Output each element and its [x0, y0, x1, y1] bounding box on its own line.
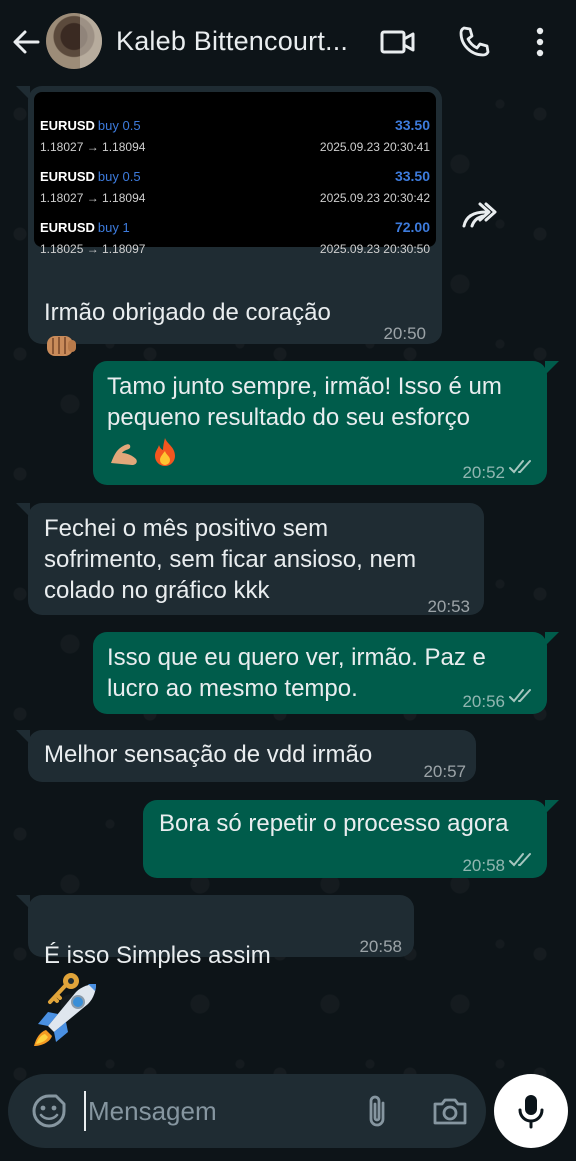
- message-text: Fechei o mês positivo sem sofrimento, se…: [44, 515, 417, 604]
- muscle-icon: [111, 444, 137, 465]
- trade-side: buy 0.5: [97, 118, 141, 133]
- more-vert-icon[interactable]: [520, 22, 560, 62]
- video-call-icon[interactable]: [378, 22, 418, 62]
- message-time: 20:52: [462, 463, 505, 482]
- trade-side: buy 0.5: [97, 169, 141, 184]
- incoming-message[interactable]: É isso Simples assim 20:58: [16, 895, 414, 1004]
- back-arrow-icon[interactable]: [10, 26, 42, 58]
- contact-name[interactable]: Kaleb Bittencourt...: [116, 26, 356, 57]
- outgoing-message[interactable]: Bora só repetir o processo agora 20:58: [143, 800, 559, 878]
- message-text: Irmão obrigado de coração: [44, 299, 331, 326]
- trade-symbol: EURUSD: [40, 169, 95, 184]
- incoming-message[interactable]: Fechei o mês positivo sem sofrimento, se…: [16, 503, 484, 616]
- read-ticks-icon: [509, 460, 531, 474]
- trade-row: EURUSD buy 0.5 33.50 1.18027 → 1.18094 20…: [34, 108, 436, 158]
- message-time: 20:53: [427, 597, 470, 616]
- read-ticks-icon: [509, 853, 531, 867]
- message-time: 20:57: [423, 762, 466, 781]
- rocket-icon[interactable]: [26, 978, 102, 1054]
- trade-row: EURUSD buy 0.5 33.50 1.18027 → 1.18094 20…: [34, 159, 436, 209]
- trade-symbol: EURUSD: [40, 220, 95, 235]
- mic-button[interactable]: [494, 1074, 568, 1148]
- trade-side: buy 1: [97, 220, 130, 235]
- text-cursor: [84, 1091, 86, 1131]
- mic-icon: [518, 1095, 544, 1129]
- trade-screenshot[interactable]: EURUSD buy 0.5 33.50 1.18027 → 1.18094 20…: [34, 92, 436, 256]
- camera-icon[interactable]: [430, 1091, 470, 1131]
- incoming-message[interactable]: Melhor sensação de vdd irmão 20:57: [16, 730, 476, 782]
- forward-icon[interactable]: [458, 196, 502, 236]
- message-time: 20:58: [462, 856, 505, 875]
- message-text: Tamo junto sempre, irmão! Isso é um pequ…: [107, 373, 502, 431]
- message-time: 20:58: [359, 937, 402, 956]
- message-time: 20:56: [462, 692, 505, 711]
- trade-timestamp: 2025.09.23 20:30:50: [319, 242, 430, 256]
- message-time: 20:50: [383, 324, 426, 343]
- message-text: Isso que eu quero ver, irmão. Paz e lucr…: [107, 644, 486, 702]
- message-text: É isso Simples assim: [44, 942, 271, 969]
- message-input[interactable]: [88, 1092, 348, 1130]
- outgoing-message[interactable]: Tamo junto sempre, irmão! Isso é um pequ…: [93, 361, 559, 485]
- trade-prices: 1.18025 → 1.18097: [40, 242, 146, 256]
- fist-bump-icon: [47, 335, 76, 356]
- trade-symbol: EURUSD: [40, 118, 95, 133]
- incoming-message-image[interactable]: EURUSD buy 0.5 33.50 1.18027 → 1.18094 20…: [16, 86, 442, 356]
- attach-icon[interactable]: [358, 1091, 398, 1131]
- trade-row: EURUSD buy 1 72.00 1.18025 → 1.18097 2025…: [34, 210, 436, 260]
- chat-header: Kaleb Bittencourt...: [0, 0, 576, 84]
- phone-call-icon[interactable]: [454, 22, 494, 62]
- message-text: Bora só repetir o processo agora: [159, 810, 509, 837]
- sticker-icon[interactable]: [30, 1092, 68, 1130]
- message-composer: [8, 1074, 486, 1148]
- fire-icon: [154, 438, 175, 466]
- outgoing-message[interactable]: Isso que eu quero ver, irmão. Paz e lucr…: [93, 632, 559, 714]
- avatar[interactable]: [46, 13, 102, 69]
- read-ticks-icon: [509, 689, 531, 703]
- message-text: Melhor sensação de vdd irmão: [44, 741, 373, 768]
